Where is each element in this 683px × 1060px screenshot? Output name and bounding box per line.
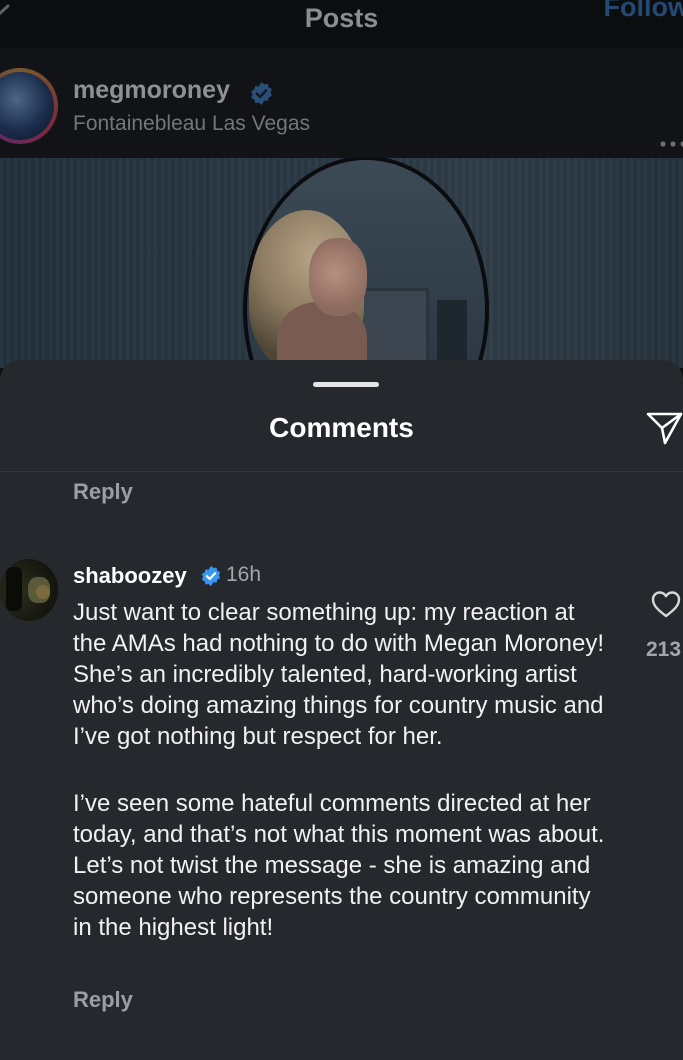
verified-icon: [201, 565, 221, 587]
reply-button[interactable]: Reply: [73, 479, 133, 505]
verified-icon: [251, 82, 272, 105]
post-username[interactable]: megmoroney: [73, 76, 230, 105]
top-bar: Posts Follow: [0, 0, 683, 48]
mirror-door: [437, 300, 467, 368]
like-count: 213: [646, 638, 682, 661]
reply-button[interactable]: Reply: [73, 987, 133, 1013]
more-icon[interactable]: [659, 140, 683, 148]
comment-avatar[interactable]: [0, 559, 58, 621]
page-title: Posts: [304, 3, 379, 33]
avatar-image: [0, 72, 54, 140]
person-face: [309, 238, 367, 316]
comments-sheet: Comments Reply shaboozey 16h Just want t…: [0, 360, 683, 1060]
comments-title: Comments: [269, 412, 414, 443]
follow-button[interactable]: Follow: [604, 0, 683, 23]
comment-text: I’ve seen some hateful comments directed…: [73, 790, 605, 941]
comment-text: Just want to clear something up: my reac…: [73, 599, 604, 750]
post-author-avatar[interactable]: [0, 68, 58, 144]
comment-username[interactable]: shaboozey: [73, 563, 187, 589]
comment-timestamp: 16h: [226, 563, 262, 586]
avatar-detail: [36, 585, 50, 599]
mirror-window: [357, 288, 429, 368]
post-location[interactable]: Fontainebleau Las Vegas: [73, 112, 310, 136]
drag-handle[interactable]: [313, 382, 379, 387]
divider: [0, 471, 683, 472]
share-icon[interactable]: [645, 408, 683, 446]
avatar-detail: [6, 567, 22, 611]
post-header: megmoroney Fontainebleau Las Vegas: [0, 48, 683, 158]
heart-icon[interactable]: [650, 589, 682, 619]
post-photo[interactable]: [0, 158, 683, 368]
